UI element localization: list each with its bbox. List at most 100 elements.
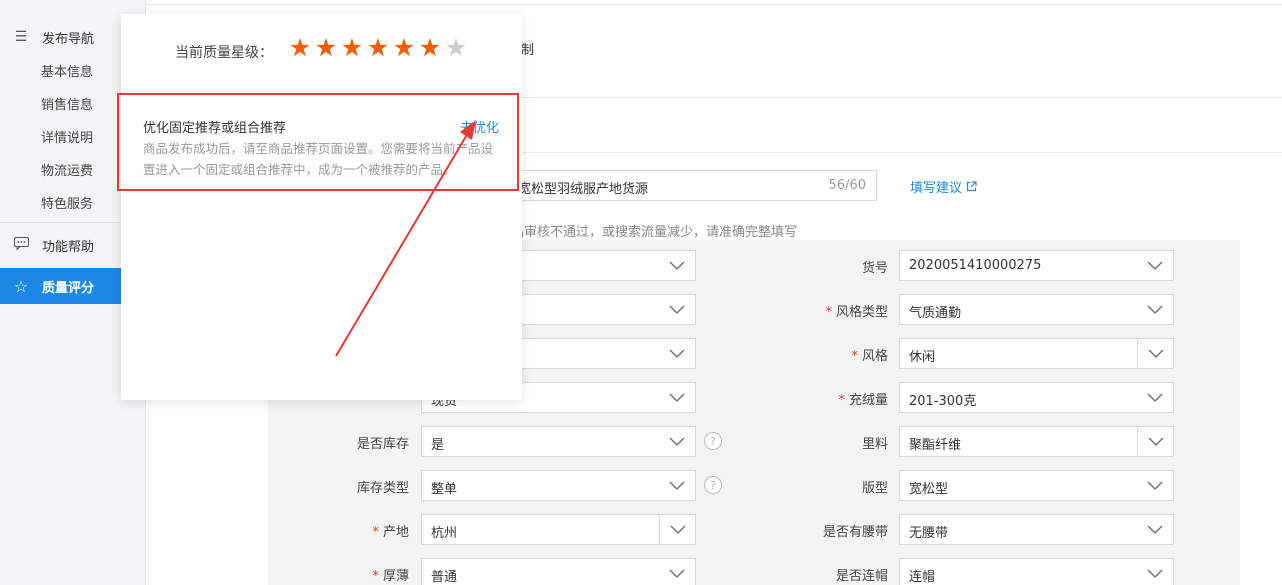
quality-star-rating: ★ ★ ★ ★ ★ ★ ★ (287, 34, 469, 62)
left-field-label: * 产地 (321, 521, 409, 540)
right-field-value: 连帽 (909, 570, 936, 585)
chevron-down-icon[interactable] (1137, 339, 1173, 368)
sidebar-item-special-service[interactable]: 特色服务 (41, 193, 93, 212)
right-field-label-text: 是否连帽 (835, 569, 888, 584)
right-field-label-text: 里料 (861, 437, 888, 452)
required-asterisk: * (838, 393, 845, 408)
left-field-label-text: 产地 (382, 525, 409, 540)
left-field-select[interactable]: 是 (421, 426, 696, 457)
chevron-down-icon[interactable] (659, 383, 695, 412)
chevron-down-icon[interactable] (1137, 471, 1173, 500)
left-field-value: 普通 (431, 570, 458, 585)
right-field-value: 气质通勤 (909, 306, 962, 321)
star-outline-icon: ☆ (13, 276, 29, 296)
right-field-select[interactable]: 休闲 (899, 338, 1174, 369)
right-field-label: 货号 (786, 257, 888, 276)
publish-nav-label: 发布导航 (42, 31, 95, 47)
star-filled-icon: ★ (340, 33, 364, 62)
left-field-label-text: 厚薄 (382, 569, 409, 584)
right-field-value: 休闲 (909, 350, 936, 365)
left-field-value: 杭州 (431, 526, 458, 541)
right-field-select[interactable]: 2020051410000275 (899, 250, 1174, 281)
star-filled-icon: ★ (314, 33, 338, 62)
chevron-down-icon[interactable] (1137, 427, 1173, 456)
right-field-select[interactable]: 聚酯纤维 (899, 426, 1174, 457)
right-field-select[interactable]: 气质通勤 (899, 294, 1174, 325)
right-field-value: 无腰带 (909, 526, 949, 541)
left-field-label-text: 是否库存 (356, 437, 409, 452)
left-field-label: 库存类型 (321, 477, 409, 496)
star-filled-icon: ★ (366, 33, 390, 62)
right-field-label: * 风格 (786, 345, 888, 364)
left-field-label: * 厚薄 (321, 565, 409, 584)
top-fragment-text: 制 (521, 43, 535, 58)
right-field-value: 宽松型 (909, 482, 949, 497)
right-field-label: 版型 (786, 477, 888, 496)
right-field-label: 是否连帽 (786, 565, 888, 584)
chat-bubble-icon (13, 236, 29, 254)
sidebar-item-sales-info[interactable]: 销售信息 (41, 94, 93, 113)
right-field-value: 201-300克 (909, 394, 977, 409)
chevron-down-icon[interactable] (659, 515, 695, 544)
quality-score-popup: 当前质量星级： ★ ★ ★ ★ ★ ★ ★ 优化固定推荐或组合推荐 去优化 商品发布成功后，… (121, 14, 522, 400)
left-field-label-text: 库存类型 (356, 481, 409, 496)
chevron-down-icon[interactable] (659, 427, 695, 456)
right-field-select[interactable]: 宽松型 (899, 470, 1174, 501)
left-field-select[interactable]: 普通 (421, 558, 696, 585)
annotation-highlight-box (117, 93, 519, 191)
sidebar-item-detail[interactable]: 详情说明 (41, 127, 93, 146)
title-warning-text: 品审核不通过，或搜索流量减少，请准确完整填写 (511, 225, 798, 240)
product-title-input[interactable]: 宽松型羽绒服产地货源 56/60 (511, 170, 877, 201)
right-field-label-text: 版型 (861, 481, 888, 496)
right-field-label-text: 充绒量 (848, 393, 888, 408)
right-field-label-text: 风格类型 (835, 305, 888, 320)
left-field-value: 是 (431, 438, 445, 453)
chevron-down-icon[interactable] (659, 559, 695, 585)
right-field-label: 里料 (786, 433, 888, 452)
left-field-value: 整单 (431, 482, 458, 497)
list-icon: ☰ (14, 29, 28, 45)
left-field-select[interactable]: 整单 (421, 470, 696, 501)
chevron-down-icon[interactable] (1137, 295, 1173, 324)
required-asterisk: * (372, 525, 379, 540)
help-label: 功能帮助 (42, 239, 95, 255)
right-field-value: 聚酯纤维 (909, 438, 962, 453)
right-field-label: 是否有腰带 (786, 521, 888, 540)
top-divider (146, 4, 1282, 5)
star-filled-icon: ★ (288, 33, 312, 62)
quality-star-label: 当前质量星级： (175, 45, 273, 61)
left-field-label: 是否库存 (321, 433, 409, 452)
chevron-down-icon[interactable] (1137, 559, 1173, 585)
chevron-down-icon[interactable] (1137, 383, 1173, 412)
help-question-icon[interactable]: ? (704, 476, 722, 494)
right-field-label-text: 是否有腰带 (822, 525, 888, 540)
right-field-label: * 风格类型 (786, 301, 888, 320)
right-field-select[interactable]: 无腰带 (899, 514, 1174, 545)
fill-suggestion-link[interactable]: 填写建议 (910, 177, 977, 196)
right-field-label-text: 货号 (861, 261, 888, 276)
right-field-label-text: 风格 (861, 349, 888, 364)
quality-label: 质量评分 (42, 280, 95, 296)
chevron-down-icon[interactable] (659, 339, 695, 368)
left-field-select[interactable]: 杭州 (421, 514, 696, 545)
star-empty-icon: ★ (444, 33, 468, 62)
star-filled-icon: ★ (418, 33, 442, 62)
required-asterisk: * (825, 305, 832, 320)
star-filled-icon: ★ (392, 33, 416, 62)
chevron-down-icon[interactable] (659, 295, 695, 324)
right-field-value: 2020051410000275 (909, 258, 1042, 273)
right-field-select[interactable]: 201-300克 (899, 382, 1174, 413)
sidebar-item-basic-info[interactable]: 基本信息 (41, 61, 93, 80)
fill-suggestion-label: 填写建议 (910, 181, 963, 196)
required-asterisk: * (372, 569, 379, 584)
title-char-count: 56/60 (828, 178, 866, 193)
sidebar-item-logistics[interactable]: 物流运费 (41, 160, 93, 179)
chevron-down-icon[interactable] (1137, 515, 1173, 544)
chevron-down-icon[interactable] (659, 471, 695, 500)
title-value: 宽松型羽绒服产地货源 (518, 182, 649, 197)
chevron-down-icon[interactable] (659, 251, 695, 280)
help-question-icon[interactable]: ? (704, 432, 722, 450)
chevron-down-icon[interactable] (1137, 251, 1173, 280)
required-asterisk: * (851, 349, 858, 364)
right-field-select[interactable]: 连帽 (899, 558, 1174, 585)
